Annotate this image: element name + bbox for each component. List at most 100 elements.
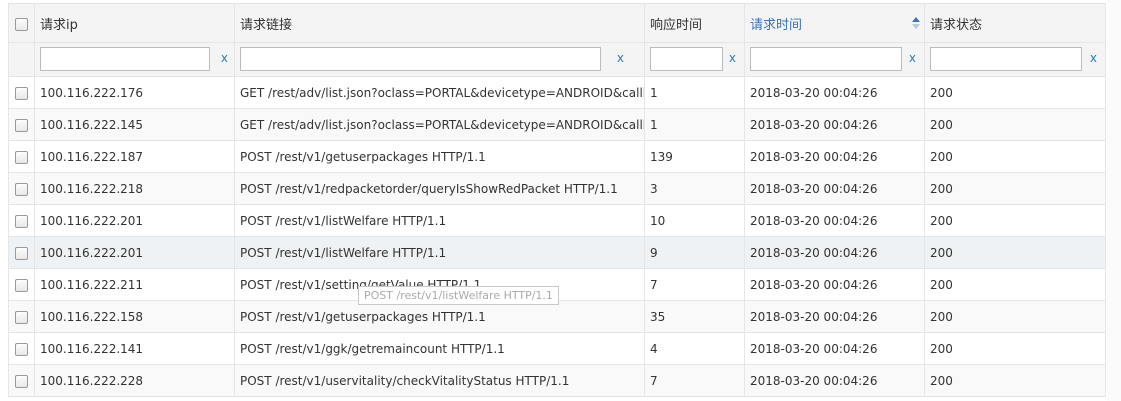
cell-status: 200: [924, 268, 1106, 301]
row-select-cell[interactable]: [8, 108, 35, 141]
cell-status: 200: [924, 300, 1106, 333]
cell-ip: 100.116.222.158: [34, 300, 235, 333]
sort-icon[interactable]: [912, 17, 920, 29]
select-all-cell[interactable]: [8, 3, 35, 43]
row-select-cell[interactable]: [8, 140, 35, 173]
cell-resp-time: 1: [644, 108, 745, 141]
cell-status: 200: [924, 364, 1106, 397]
clear-filter-url[interactable]: x: [617, 51, 624, 65]
row-checkbox[interactable]: [15, 278, 28, 292]
filter-cell-req-time: x: [744, 42, 925, 77]
row-select-cell[interactable]: [8, 204, 35, 237]
cell-req-time: 2018-03-20 00:04:26: [744, 140, 925, 173]
cell-url: GET /rest/adv/list.json?oclass=PORTAL&de…: [234, 76, 645, 109]
cell-resp-time: 4: [644, 332, 745, 365]
request-log-table: 请求ip 请求链接 响应时间 请求时间 请求状态 x x x x x 100.1…: [8, 3, 1106, 397]
table-row[interactable]: 100.116.222.201 POST /rest/v1/listWelfar…: [8, 236, 1106, 269]
row-checkbox[interactable]: [15, 342, 28, 356]
row-checkbox[interactable]: [15, 310, 28, 324]
filter-cell-url: x: [234, 42, 645, 77]
cell-req-time: 2018-03-20 00:04:26: [744, 204, 925, 237]
cell-resp-time: 7: [644, 364, 745, 397]
row-select-cell[interactable]: [8, 236, 35, 269]
select-all-checkbox[interactable]: [15, 17, 28, 31]
cell-status: 200: [924, 236, 1106, 269]
cell-url: POST /rest/v1/getuserpackages HTTP/1.1: [234, 140, 645, 173]
clear-filter-req-time[interactable]: x: [909, 51, 916, 65]
table-row[interactable]: 100.116.222.158 POST /rest/v1/getuserpac…: [8, 300, 1106, 333]
column-header-req-time-label: 请求时间: [750, 17, 803, 33]
header-row: 请求ip 请求链接 响应时间 请求时间 请求状态: [8, 3, 1106, 43]
cell-req-time: 2018-03-20 00:04:26: [744, 172, 925, 205]
filter-resp-time-input[interactable]: [650, 47, 723, 71]
column-header-status[interactable]: 请求状态: [924, 3, 1106, 43]
cell-resp-time: 7: [644, 268, 745, 301]
cell-status: 200: [924, 140, 1106, 173]
clear-filter-status[interactable]: x: [1090, 51, 1097, 65]
cell-resp-time: 9: [644, 236, 745, 269]
cell-url: POST /rest/v1/listWelfare HTTP/1.1: [234, 236, 645, 269]
cell-url: POST /rest/v1/redpacketorder/queryIsShow…: [234, 172, 645, 205]
filter-spacer: [8, 42, 35, 77]
table-row[interactable]: 100.116.222.218 POST /rest/v1/redpacketo…: [8, 172, 1106, 205]
filter-cell-resp-time: x: [644, 42, 745, 77]
cell-req-time: 2018-03-20 00:04:26: [744, 236, 925, 269]
cell-ip: 100.116.222.141: [34, 332, 235, 365]
table-row[interactable]: 100.116.222.145 GET /rest/adv/list.json?…: [8, 108, 1106, 141]
table-row[interactable]: 100.116.222.228 POST /rest/v1/uservitali…: [8, 364, 1106, 397]
row-select-cell[interactable]: [8, 268, 35, 301]
filter-req-time-input[interactable]: [750, 47, 902, 71]
table-row[interactable]: 100.116.222.176 GET /rest/adv/list.json?…: [8, 76, 1106, 109]
filter-ip-input[interactable]: [40, 47, 210, 71]
row-select-cell[interactable]: [8, 76, 35, 109]
cell-status: 200: [924, 108, 1106, 141]
row-checkbox[interactable]: [15, 182, 28, 196]
cell-resp-time: 1: [644, 76, 745, 109]
cell-ip: 100.116.222.211: [34, 268, 235, 301]
filter-status-input[interactable]: [930, 47, 1082, 71]
column-header-url[interactable]: 请求链接: [234, 3, 645, 43]
cell-status: 200: [924, 76, 1106, 109]
cell-url: POST /rest/v1/ggk/getremaincount HTTP/1.…: [234, 332, 645, 365]
cell-ip: 100.116.222.187: [34, 140, 235, 173]
cell-resp-time: 10: [644, 204, 745, 237]
cell-ip: 100.116.222.218: [34, 172, 235, 205]
column-header-req-time[interactable]: 请求时间: [744, 3, 925, 43]
cell-req-time: 2018-03-20 00:04:26: [744, 364, 925, 397]
cell-ip: 100.116.222.145: [34, 108, 235, 141]
filter-row: x x x x x: [8, 42, 1106, 77]
row-select-cell[interactable]: [8, 300, 35, 333]
filter-cell-status: x: [924, 42, 1106, 77]
clear-filter-ip[interactable]: x: [221, 51, 228, 65]
row-checkbox[interactable]: [15, 214, 28, 228]
row-checkbox[interactable]: [15, 150, 28, 164]
table-row[interactable]: 100.116.222.201 POST /rest/v1/listWelfar…: [8, 204, 1106, 237]
row-select-cell[interactable]: [8, 172, 35, 205]
row-checkbox[interactable]: [15, 86, 28, 100]
row-checkbox[interactable]: [15, 374, 28, 388]
table-row[interactable]: 100.116.222.187 POST /rest/v1/getuserpac…: [8, 140, 1106, 173]
cell-tooltip: POST /rest/v1/listWelfare HTTP/1.1: [358, 286, 559, 305]
row-checkbox[interactable]: [15, 118, 28, 132]
cell-req-time: 2018-03-20 00:04:26: [744, 332, 925, 365]
row-select-cell[interactable]: [8, 332, 35, 365]
table-row[interactable]: 100.116.222.141 POST /rest/v1/ggk/getrem…: [8, 332, 1106, 365]
cell-resp-time: 139: [644, 140, 745, 173]
filter-url-input[interactable]: [240, 47, 601, 71]
column-header-ip[interactable]: 请求ip: [34, 3, 235, 43]
cell-ip: 100.116.222.201: [34, 204, 235, 237]
cell-url: POST /rest/v1/listWelfare HTTP/1.1: [234, 204, 645, 237]
filter-cell-ip: x: [34, 42, 235, 77]
cell-ip: 100.116.222.201: [34, 236, 235, 269]
cell-url: GET /rest/adv/list.json?oclass=PORTAL&de…: [234, 108, 645, 141]
row-select-cell[interactable]: [8, 364, 35, 397]
row-checkbox[interactable]: [15, 246, 28, 260]
cell-req-time: 2018-03-20 00:04:26: [744, 76, 925, 109]
clear-filter-resp-time[interactable]: x: [729, 51, 736, 65]
cell-url: POST /rest/v1/uservitality/checkVitality…: [234, 364, 645, 397]
cell-req-time: 2018-03-20 00:04:26: [744, 108, 925, 141]
column-header-resp-time[interactable]: 响应时间: [644, 3, 745, 43]
cell-url: POST /rest/v1/getuserpackages HTTP/1.1: [234, 300, 645, 333]
cell-resp-time: 35: [644, 300, 745, 333]
cell-status: 200: [924, 172, 1106, 205]
